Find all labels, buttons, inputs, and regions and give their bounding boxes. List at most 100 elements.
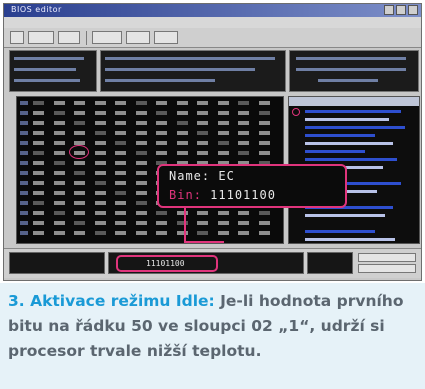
hex-cell[interactable]	[135, 151, 147, 155]
hex-cell[interactable]	[94, 181, 106, 185]
hex-cell[interactable]	[74, 171, 85, 175]
hex-cell[interactable]	[94, 191, 106, 195]
hex-cell[interactable]	[115, 131, 126, 135]
bit-list-line[interactable]	[305, 238, 395, 241]
hex-cell[interactable]	[135, 161, 147, 165]
hex-cell[interactable]	[115, 171, 126, 175]
maximize-icon[interactable]	[396, 5, 406, 15]
hex-cell[interactable]	[156, 121, 167, 125]
bit-list-line[interactable]	[305, 134, 375, 137]
hex-cell[interactable]	[217, 151, 229, 155]
hex-cell[interactable]	[33, 131, 44, 135]
hex-cell[interactable]	[53, 151, 65, 155]
hex-cell[interactable]	[135, 131, 147, 135]
bit-list-line[interactable]	[305, 230, 375, 233]
hex-cell[interactable]	[94, 111, 106, 115]
hex-cell[interactable]	[217, 211, 229, 215]
hex-cell[interactable]	[115, 181, 126, 185]
bottom-button-2[interactable]	[358, 264, 416, 273]
hex-cell[interactable]	[156, 111, 167, 115]
hex-cell[interactable]	[115, 101, 126, 105]
hex-cell[interactable]	[115, 161, 126, 165]
hex-cell[interactable]	[94, 231, 106, 235]
hex-cell[interactable]	[258, 151, 270, 155]
hex-cell[interactable]	[33, 171, 44, 175]
hex-cell[interactable]	[197, 231, 208, 235]
hex-cell[interactable]	[238, 131, 249, 135]
hex-cell[interactable]	[258, 211, 270, 215]
hex-cell[interactable]	[94, 211, 106, 215]
hex-cell[interactable]	[217, 101, 229, 105]
bit-list-line[interactable]	[305, 118, 389, 121]
hex-cell[interactable]	[74, 221, 85, 225]
hex-cell[interactable]	[115, 111, 126, 115]
bit-list-line[interactable]	[305, 142, 393, 145]
hex-cell[interactable]	[33, 191, 44, 195]
toolbar-button-2[interactable]	[28, 31, 54, 44]
hex-cell[interactable]	[135, 211, 147, 215]
hex-cell[interactable]	[74, 121, 85, 125]
hex-cell[interactable]	[176, 101, 188, 105]
hex-cell[interactable]	[238, 141, 249, 145]
hex-cell[interactable]	[53, 191, 65, 195]
hex-cell[interactable]	[217, 111, 229, 115]
hex-cell[interactable]	[53, 161, 65, 165]
hex-cell[interactable]	[258, 101, 270, 105]
hex-cell[interactable]	[258, 221, 270, 225]
hex-cell[interactable]	[135, 221, 147, 225]
hex-cell[interactable]	[94, 201, 106, 205]
hex-cell[interactable]	[53, 181, 65, 185]
hex-cell[interactable]	[197, 151, 208, 155]
hex-cell[interactable]	[74, 161, 85, 165]
hex-cell[interactable]	[94, 171, 106, 175]
bit-list-line[interactable]	[305, 150, 365, 153]
hex-cell[interactable]	[197, 121, 208, 125]
hex-cell[interactable]	[156, 231, 167, 235]
hex-cell[interactable]	[176, 141, 188, 145]
hex-cell[interactable]	[258, 131, 270, 135]
hex-cell[interactable]	[53, 211, 65, 215]
bin-value-field[interactable]: 11101100	[116, 255, 218, 272]
bit-list-line[interactable]	[305, 214, 385, 217]
hex-cell[interactable]	[115, 191, 126, 195]
hex-cell[interactable]	[94, 141, 106, 145]
hex-cell[interactable]	[176, 121, 188, 125]
hex-cell[interactable]	[176, 151, 188, 155]
hex-cell[interactable]	[74, 231, 85, 235]
hex-cell[interactable]	[94, 121, 106, 125]
hex-cell[interactable]	[33, 211, 44, 215]
hex-cell[interactable]	[176, 131, 188, 135]
minimize-icon[interactable]	[384, 5, 394, 15]
hex-cell[interactable]	[115, 121, 126, 125]
hex-cell[interactable]	[238, 121, 249, 125]
hex-cell[interactable]	[74, 201, 85, 205]
hex-cell[interactable]	[217, 221, 229, 225]
hex-cell[interactable]	[33, 161, 44, 165]
toolbar-button-6[interactable]	[154, 31, 178, 44]
hex-cell[interactable]	[176, 111, 188, 115]
hex-cell[interactable]	[53, 121, 65, 125]
hex-cell[interactable]	[217, 131, 229, 135]
hex-cell[interactable]	[238, 231, 249, 235]
hex-cell[interactable]	[33, 201, 44, 205]
hex-cell[interactable]	[115, 201, 126, 205]
hex-cell[interactable]	[33, 141, 44, 145]
hex-cell[interactable]	[135, 141, 147, 145]
hex-cell[interactable]	[33, 221, 44, 225]
hex-cell[interactable]	[217, 231, 229, 235]
hex-cell[interactable]	[135, 171, 147, 175]
hex-cell[interactable]	[135, 181, 147, 185]
hex-cell[interactable]	[197, 111, 208, 115]
hex-cell[interactable]	[33, 101, 44, 105]
hex-cell[interactable]	[217, 141, 229, 145]
hex-cell[interactable]	[135, 111, 147, 115]
toolbar-button-1[interactable]	[10, 31, 24, 44]
hex-cell[interactable]	[74, 111, 85, 115]
toolbar-button-4[interactable]	[92, 31, 122, 44]
hex-cell[interactable]	[217, 121, 229, 125]
hex-cell[interactable]	[135, 231, 147, 235]
hex-cell[interactable]	[53, 201, 65, 205]
hex-cell[interactable]	[33, 111, 44, 115]
hex-cell[interactable]	[115, 151, 126, 155]
toolbar-button-5[interactable]	[126, 31, 150, 44]
